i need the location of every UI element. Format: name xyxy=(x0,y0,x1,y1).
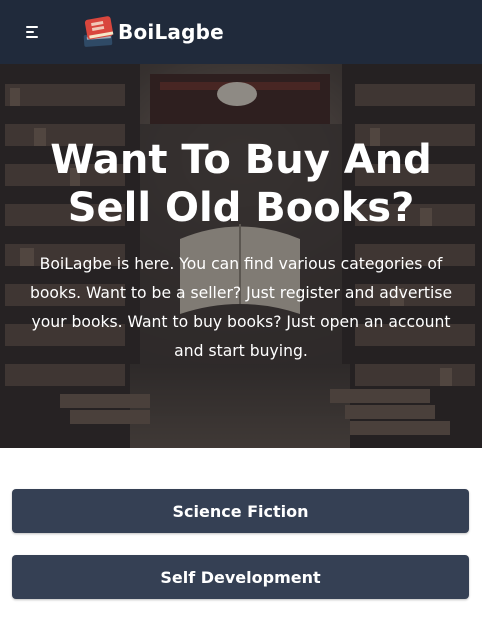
hero-title: Want To Buy And Sell Old Books? xyxy=(50,137,432,231)
brand-link[interactable]: BoiLagbe xyxy=(78,12,224,52)
navbar: BoiLagbe xyxy=(0,0,482,64)
hero-banner: Want To Buy And Sell Old Books? BoiLagbe… xyxy=(0,64,482,448)
brand-name: BoiLagbe xyxy=(118,20,224,44)
hero-description: BoiLagbe is here. You can find various c… xyxy=(29,255,453,360)
hamburger-menu-icon[interactable] xyxy=(22,22,44,42)
category-button-self-development[interactable]: Self Development xyxy=(12,555,469,599)
books-logo-icon xyxy=(83,16,114,47)
category-button-science-fiction[interactable]: Science Fiction xyxy=(12,489,469,533)
